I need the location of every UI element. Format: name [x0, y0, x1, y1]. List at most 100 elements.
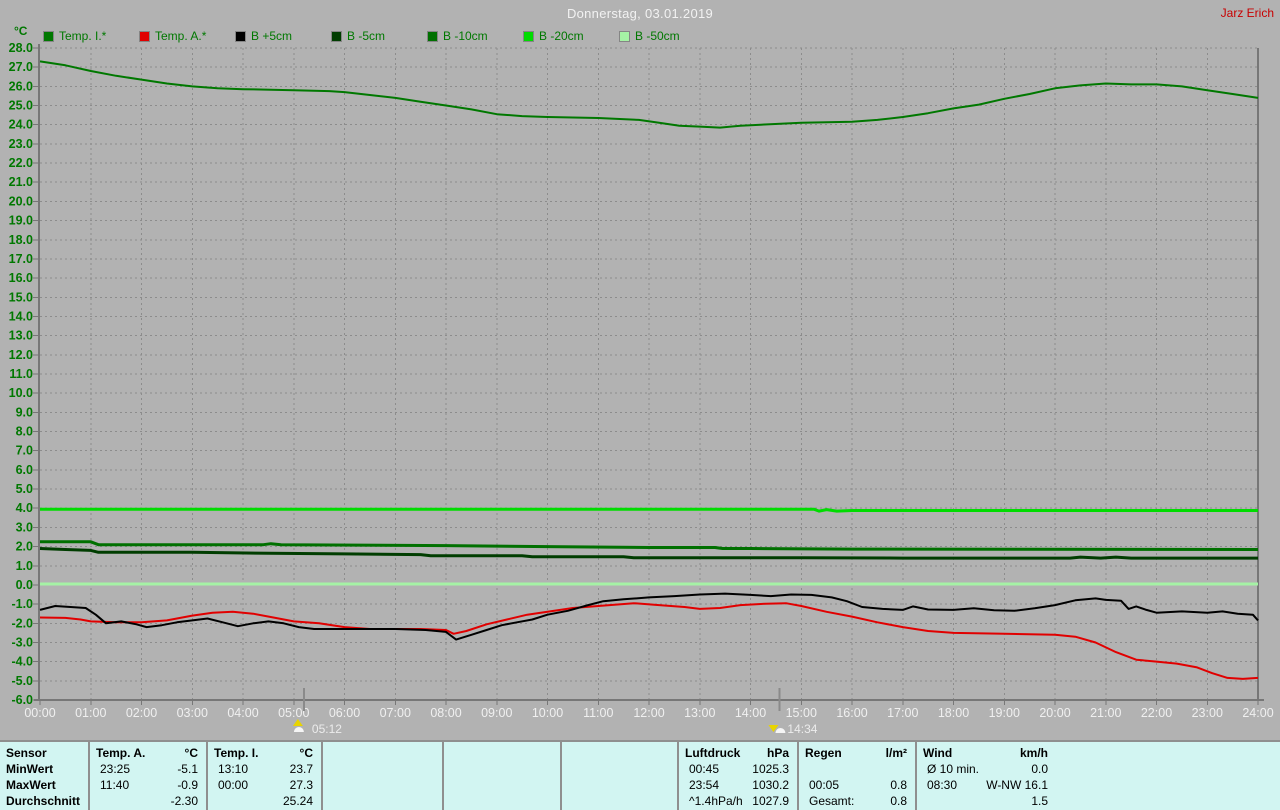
- cell-time: [450, 777, 454, 793]
- marker-time-label: 05:12: [312, 722, 342, 736]
- series-b-20cm: [40, 507, 1258, 513]
- table-cell: 00:00 27.3: [214, 777, 313, 793]
- x-tick-label: 20:00: [1039, 706, 1070, 720]
- x-tick-label: 14:00: [735, 706, 766, 720]
- x-tick-label: 06:00: [329, 706, 360, 720]
- x-tick-label: 23:00: [1192, 706, 1223, 720]
- row-label: Sensor: [6, 746, 47, 760]
- y-tick-label: 3.0: [16, 520, 33, 534]
- table-cell: [450, 793, 552, 809]
- x-tick-label: 02:00: [126, 706, 157, 720]
- table-cell: 00:05 0.8: [805, 777, 907, 793]
- legend-item-b-5cm: B -5cm: [331, 29, 386, 43]
- sunrise-icon: [293, 727, 304, 732]
- table-cell: [805, 761, 907, 777]
- legend-item-b-5cm: B +5cm: [235, 29, 293, 43]
- y-tick-label: 17.0: [9, 252, 33, 266]
- cell-value: 25.24: [282, 794, 313, 808]
- table-column-wind: Wind km/h Ø 10 min. 0.0 08:30 W-NW 16.1 1.5: [915, 742, 1280, 810]
- y-tick-label: 12.0: [9, 348, 33, 362]
- cell-value: 27.3: [289, 778, 313, 792]
- y-tick-label: 16.0: [9, 271, 33, 285]
- column-header: Wind km/h: [923, 745, 1048, 761]
- cell-time: [568, 793, 572, 809]
- y-tick-label: -5.0: [11, 674, 33, 688]
- column-header: Temp. A. °C: [96, 745, 198, 761]
- x-tick-label: 18:00: [938, 706, 969, 720]
- table-cell: 11:40 -0.9: [96, 777, 198, 793]
- table-column-regen: Regen l/m² 00:05 0.8 Gesamt: 0.8: [797, 742, 915, 810]
- cell-value: 0.8: [890, 778, 907, 792]
- sunrise-icon: [292, 719, 303, 726]
- x-tick-label: 11:00: [583, 706, 613, 720]
- y-tick-label: 25.0: [9, 99, 33, 113]
- table-column-empty-2: [321, 742, 442, 810]
- column-name: Wind: [923, 746, 953, 760]
- legend-item-temp-a-: Temp. A.*: [139, 29, 206, 43]
- column-unit: °C: [299, 746, 313, 760]
- x-tick-label: 10:00: [532, 706, 563, 720]
- x-tick-label: 22:00: [1141, 706, 1172, 720]
- column-unit: l/m²: [885, 746, 907, 760]
- x-tick-label: 21:00: [1090, 706, 1121, 720]
- column-header: [329, 745, 434, 761]
- y-tick-label: 10.0: [9, 386, 33, 400]
- legend-swatch-icon: [43, 30, 54, 42]
- cell-time: 08:30: [927, 778, 958, 792]
- x-tick-label: 08:00: [430, 706, 461, 720]
- cell-time: 23:54: [689, 778, 720, 792]
- cell-time: [805, 761, 809, 777]
- cell-time: 11:40: [100, 778, 130, 792]
- x-tick-label: 17:00: [887, 706, 918, 720]
- stats-table: Sensor MinWert MaxWert Durchschnitt Temp. A.…: [0, 740, 1280, 810]
- table-cell: 08:30 W-NW 16.1: [923, 777, 1048, 793]
- legend-swatch-icon: [523, 30, 534, 42]
- column-unit: km/h: [1019, 746, 1048, 760]
- cell-time: [568, 777, 572, 793]
- table-cell: 00:45 1025.3: [685, 761, 789, 777]
- cell-value: -0.9: [177, 778, 198, 792]
- weather-day-chart-window: -6.0 -5.0 -4.0 -3.0 -2.0 -1.0 0.0 1.0 2.0 3.0 4.0 5…: [0, 0, 1280, 810]
- y-tick-label: 18.0: [9, 233, 33, 247]
- y-tick-label: 22.0: [9, 156, 33, 170]
- y-tick-label: 1.0: [16, 559, 33, 573]
- y-tick-label: 14.0: [9, 309, 33, 323]
- x-tick-label: 01:00: [75, 706, 106, 720]
- table-cell: 23:54 1030.2: [685, 777, 789, 793]
- chart-canvas: -6.0 -5.0 -4.0 -3.0 -2.0 -1.0 0.0 1.0 2.0 3.0 4.0 5…: [9, 41, 1274, 736]
- series-b-10cm: [40, 540, 1259, 551]
- cell-time: 00:00: [218, 778, 249, 792]
- column-name: Temp. A.: [96, 746, 146, 760]
- table-column-temp-a-: Temp. A. °C 23:25 -5.1 11:40 -0.9 -2.30: [88, 742, 206, 810]
- series-b-5cm: [39, 592, 1259, 641]
- y-tick-label: 6.0: [16, 463, 33, 477]
- y-tick-label: 26.0: [9, 79, 33, 93]
- table-cell: -2.30: [96, 793, 198, 809]
- row-label: MinWert: [6, 762, 54, 776]
- legend-item-b-50cm: B -50cm: [619, 29, 680, 43]
- table-cell: [568, 793, 669, 809]
- legend-label: B -50cm: [635, 29, 680, 43]
- table-cell: [568, 761, 669, 777]
- cell-time: [450, 793, 454, 809]
- table-column-empty-3: [442, 742, 560, 810]
- table-cell: [450, 761, 552, 777]
- x-tick-label: 24:00: [1242, 706, 1273, 720]
- x-tick-label: 09:00: [481, 706, 512, 720]
- row-label: Durchschnitt: [6, 794, 81, 808]
- cell-time: [568, 761, 572, 777]
- legend-label: B +5cm: [251, 29, 293, 43]
- cell-value: 1030.2: [752, 778, 789, 792]
- table-cell: Ø 10 min. 0.0: [923, 761, 1048, 777]
- cell-value: 1.5: [1031, 794, 1048, 808]
- legend-label: B -5cm: [347, 29, 386, 43]
- row-label: MaxWert: [6, 778, 56, 792]
- table-cell: ^1.4hPa/h 1027.9: [685, 793, 789, 809]
- y-tick-label: 24.0: [9, 118, 33, 132]
- table-cell: 25.24: [214, 793, 313, 809]
- marker-time-label: 14:34: [787, 722, 817, 736]
- y-tick-label: 0.0: [16, 578, 33, 592]
- column-header: Luftdruck hPa: [685, 745, 789, 761]
- table-row-labels-column: Sensor MinWert MaxWert Durchschnitt: [0, 742, 88, 810]
- y-tick-label: 11.0: [9, 367, 33, 381]
